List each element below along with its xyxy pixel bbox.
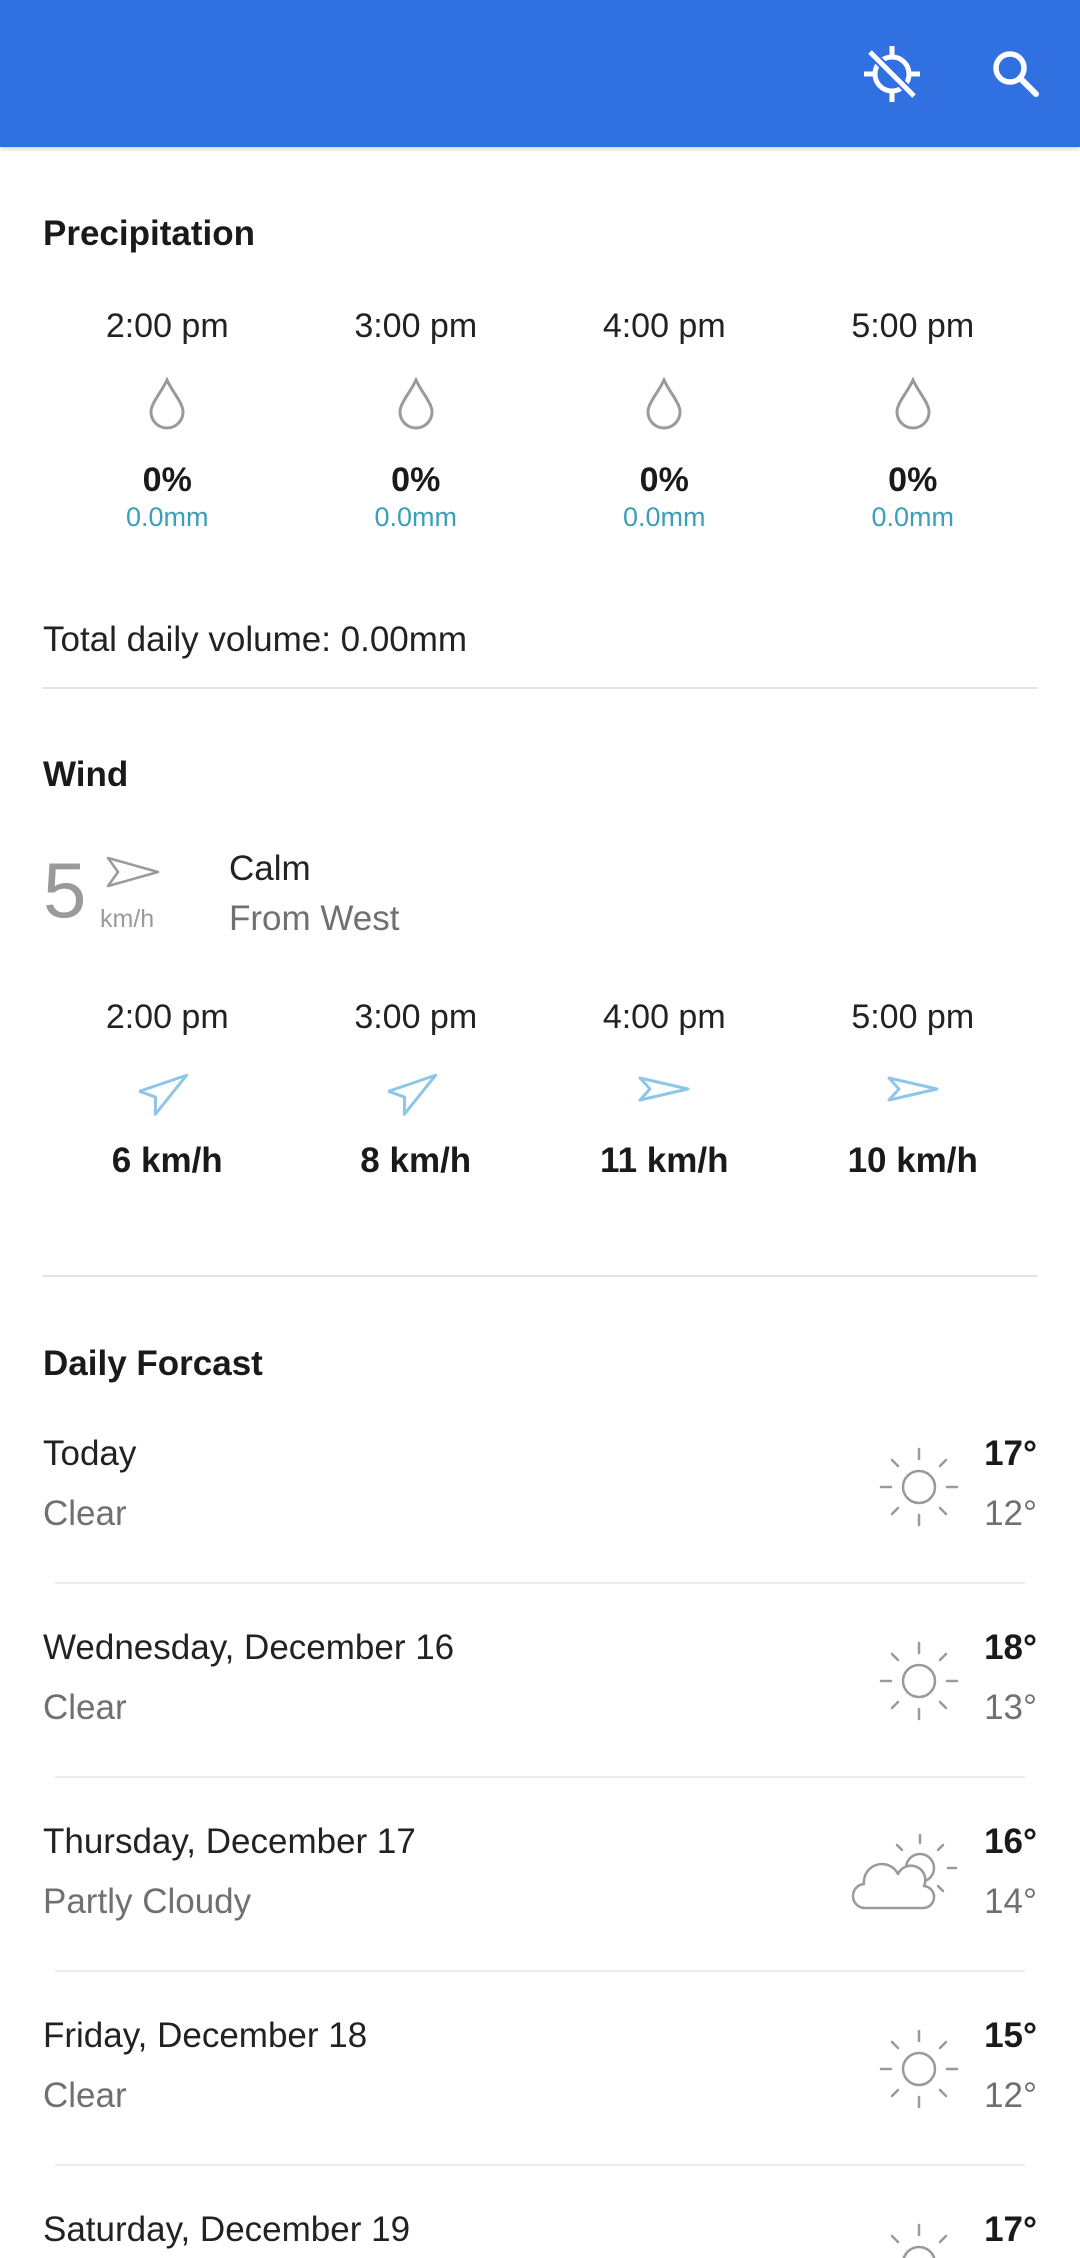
forecast-day-row[interactable]: Thursday, December 17 Partly Cloudy 16° …	[0, 1822, 1080, 2016]
temp-high: 18°	[984, 1628, 1037, 1667]
row-divider	[55, 1970, 1025, 1972]
raindrop-icon	[398, 377, 434, 430]
current-wind-speed: 5	[43, 846, 87, 934]
wind-title: Wind	[43, 755, 129, 794]
temp-low: 14°	[984, 1882, 1037, 1921]
row-divider	[55, 1582, 1025, 1584]
precipitation-amount: 0.0mm	[374, 502, 458, 532]
hour-time: 4:00 pm	[602, 307, 726, 345]
forecast-day-row[interactable]: Friday, December 18 Clear 15° 12°	[0, 2016, 1080, 2210]
precipitation-percent: 0%	[888, 461, 938, 499]
hour-time: 5:00 pm	[851, 307, 975, 345]
precipitation-hour: 3:00 pm 0% 0.0mm	[292, 304, 541, 534]
precipitation-percent: 0%	[639, 461, 689, 499]
search-button[interactable]	[978, 36, 1054, 112]
day-name: Today	[43, 1434, 137, 1473]
hour-time: 2:00 pm	[105, 307, 229, 345]
raindrop-icon	[646, 377, 682, 430]
wind-direction-arrow-icon	[106, 856, 160, 888]
sun-icon	[890, 2223, 948, 2258]
section-divider	[43, 687, 1037, 689]
temp-high: 17°	[984, 2210, 1037, 2249]
precipitation-percent: 0%	[391, 461, 441, 499]
precipitation-hour: 2:00 pm 0% 0.0mm	[43, 304, 292, 534]
sun-icon	[879, 1447, 959, 1527]
search-icon	[993, 51, 1039, 97]
precipitation-amount: 0.0mm	[125, 502, 209, 532]
section-divider	[43, 1275, 1037, 1277]
total-daily-volume: Total daily volume: 0.00mm	[43, 620, 468, 659]
day-condition: Partly Cloudy	[43, 1882, 252, 1921]
app-bar	[0, 0, 1080, 147]
wind-hour: 3:00 pm 8 km/h	[292, 995, 541, 1183]
day-name: Friday, December 18	[43, 2016, 368, 2055]
temp-high: 15°	[984, 2016, 1037, 2055]
temp-high: 16°	[984, 1822, 1037, 1861]
wind-hour: 4:00 pm 11 km/h	[540, 995, 789, 1183]
day-condition: Clear	[43, 2076, 127, 2115]
day-condition: Clear	[43, 1688, 127, 1727]
wind-direction: From West	[229, 899, 400, 938]
hour-time: 2:00 pm	[105, 998, 229, 1036]
hour-time: 3:00 pm	[354, 307, 478, 345]
forecast-day-row[interactable]: Saturday, December 19 17°	[0, 2210, 1080, 2258]
wind-hourly: 2:00 pm 6 km/h 3:00 pm 8 km/h 4:00 pm 11…	[43, 995, 1037, 1183]
location-disabled-button[interactable]	[854, 36, 930, 112]
hour-time: 5:00 pm	[851, 998, 975, 1036]
partly-cloudy-icon	[852, 1833, 958, 1910]
hour-time: 3:00 pm	[354, 998, 478, 1036]
daily-forecast-title: Daily Forcast	[43, 1344, 263, 1383]
location-disabled-icon	[864, 46, 920, 102]
wind-direction-arrow-icon	[638, 1076, 690, 1102]
day-name: Wednesday, December 16	[43, 1628, 455, 1667]
precipitation-hour: 5:00 pm 0% 0.0mm	[789, 304, 1038, 534]
precipitation-hour: 4:00 pm 0% 0.0mm	[540, 304, 789, 534]
wind-direction-arrow-icon	[387, 1073, 437, 1116]
current-wind-unit: km/h	[100, 905, 155, 933]
precipitation-title: Precipitation	[43, 214, 255, 253]
wind-condition: Calm	[229, 849, 311, 888]
wind-speed: 11 km/h	[600, 1141, 729, 1180]
sun-icon	[879, 1641, 959, 1721]
forecast-day-row[interactable]: Today Clear 17° 12°	[0, 1434, 1080, 1628]
current-wind: 5 km/h Calm From West	[43, 845, 643, 945]
row-divider	[55, 1776, 1025, 1778]
wind-hour: 5:00 pm 10 km/h	[789, 995, 1038, 1183]
wind-direction-arrow-icon	[887, 1076, 939, 1102]
temp-low: 12°	[984, 2076, 1037, 2115]
wind-speed: 10 km/h	[847, 1141, 978, 1180]
raindrop-icon	[149, 377, 185, 430]
temp-high: 17°	[984, 1434, 1037, 1473]
temp-low: 13°	[984, 1688, 1037, 1727]
wind-speed: 6 km/h	[111, 1141, 223, 1180]
precipitation-amount: 0.0mm	[871, 502, 955, 532]
precipitation-percent: 0%	[142, 461, 192, 499]
day-condition: Clear	[43, 1494, 127, 1533]
raindrop-icon	[895, 377, 931, 430]
wind-speed: 8 km/h	[360, 1141, 472, 1180]
wind-direction-arrow-icon	[139, 1073, 189, 1116]
row-divider	[55, 2164, 1025, 2166]
temp-low: 12°	[984, 1494, 1037, 1533]
day-name: Saturday, December 19	[43, 2210, 411, 2249]
hour-time: 4:00 pm	[602, 998, 726, 1036]
day-name: Thursday, December 17	[43, 1822, 416, 1861]
precipitation-amount: 0.0mm	[622, 502, 706, 532]
wind-hour: 2:00 pm 6 km/h	[43, 995, 292, 1183]
precipitation-hourly: 2:00 pm 0% 0.0mm 3:00 pm 0% 0.0mm 4:00 p…	[43, 304, 1037, 534]
forecast-day-row[interactable]: Wednesday, December 16 Clear 18° 13°	[0, 1628, 1080, 1822]
sun-icon	[879, 2029, 959, 2109]
